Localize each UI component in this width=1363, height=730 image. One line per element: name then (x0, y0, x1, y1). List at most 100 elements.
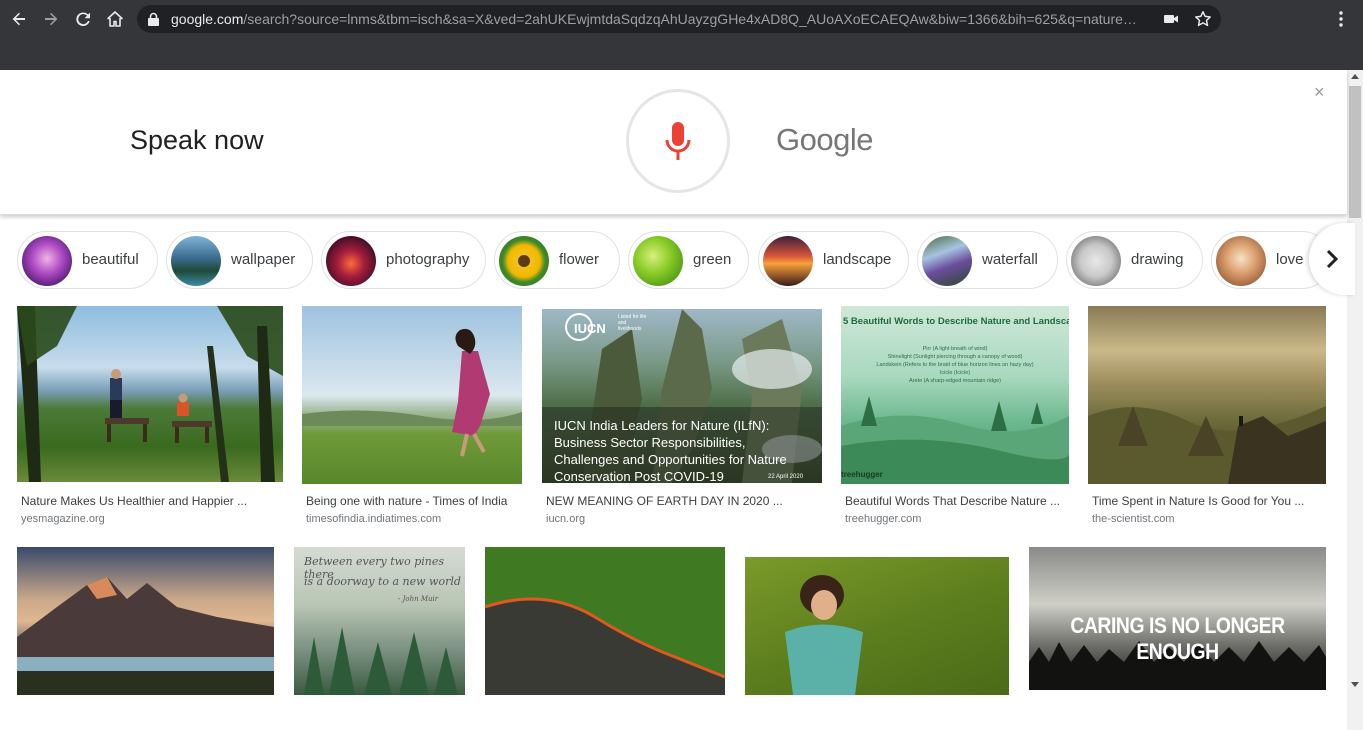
image-result[interactable]: CARING IS NO LONGER ENOUGH (1029, 547, 1326, 690)
result-source: yesmagazine.org (21, 513, 105, 525)
chip-label: landscape (823, 251, 892, 268)
result-thumbnail (745, 557, 1009, 695)
speak-now-prompt: Speak now (130, 125, 264, 155)
chip-label: photography (386, 251, 470, 268)
back-button[interactable] (5, 5, 33, 33)
camera-icon[interactable] (1163, 12, 1179, 26)
result-thumbnail: CARING IS NO LONGER ENOUGH (1029, 547, 1326, 690)
result-thumbnail (302, 306, 522, 484)
result-image-art (785, 575, 863, 695)
iucn-tagline: Listed for life and livelihoods (618, 314, 647, 332)
page-scrollbar[interactable] (1347, 70, 1363, 730)
chip-wallpaper[interactable]: wallpaper (166, 231, 313, 289)
image-result[interactable] (745, 557, 1009, 695)
chip-thumbnail (1216, 236, 1266, 286)
result-thumbnail: 5 Beautiful Words to Describe Nature and… (841, 306, 1069, 484)
chip-thumbnail (763, 236, 813, 286)
image-result[interactable]: 5 Beautiful Words to Describe Nature and… (841, 306, 1069, 526)
iucn-date: 22 April 2020 (768, 474, 804, 480)
iucn-logo: IUCN (574, 321, 606, 336)
result-thumbnail: Between every two pines there is a doorw… (294, 547, 465, 695)
chip-thumbnail (633, 236, 683, 286)
close-voice-button[interactable]: × (1314, 82, 1325, 103)
result-source: the-scientist.com (1092, 513, 1175, 525)
chip-label: drawing (1131, 251, 1184, 268)
reload-icon (76, 12, 90, 27)
chip-label: waterfall (982, 251, 1038, 268)
result-thumbnail (17, 306, 283, 482)
caring-headline: CARING IS NO LONGER ENOUGH (1070, 613, 1285, 664)
google-logo: Google (776, 122, 873, 157)
back-arrow-icon (12, 12, 25, 26)
result-image-art (841, 396, 1069, 484)
chip-landscape[interactable]: landscape (758, 231, 909, 289)
result-image-art (17, 306, 283, 482)
chip-thumbnail (171, 236, 221, 286)
chip-green[interactable]: green (628, 231, 749, 289)
chip-label: beautiful (82, 251, 139, 268)
image-result[interactable]: Being one with nature - Times of India t… (302, 306, 522, 526)
related-searches-bar: beautiful wallpaper photography flower g… (0, 226, 1347, 292)
chip-label: wallpaper (231, 251, 296, 268)
chip-flower[interactable]: flower (494, 231, 620, 289)
chip-thumbnail (922, 236, 972, 286)
chip-thumbnail (1071, 236, 1121, 286)
treehugger-brand: treehugger (841, 470, 883, 479)
result-image-art (17, 577, 274, 695)
treehugger-line: Landskein (Refers to the braid of blue h… (876, 362, 1034, 368)
scrollbar-thumb[interactable] (1349, 86, 1361, 218)
image-result[interactable]: Nature Makes Us Healthier and Happier ..… (17, 306, 283, 526)
chip-thumbnail (499, 236, 549, 286)
address-bar[interactable]: google.com/search?source=lnms&tbm=isch&s… (137, 5, 1221, 33)
chip-label: love (1276, 251, 1304, 268)
forward-arrow-icon (45, 12, 58, 26)
scroll-down-icon[interactable] (1351, 682, 1359, 687)
result-title[interactable]: Nature Makes Us Healthier and Happier ..… (21, 494, 247, 508)
chip-thumbnail (326, 236, 376, 286)
home-icon (107, 11, 123, 27)
result-thumbnail (485, 547, 725, 695)
treehugger-line: Shinelight (Sunlight piercing through a … (887, 354, 1023, 360)
result-image-art (1088, 406, 1326, 484)
image-result[interactable]: IUCN Listed for life and livelihoods IUC… (542, 309, 822, 526)
chip-beautiful[interactable]: beautiful (17, 231, 158, 289)
image-result[interactable]: Between every two pines there is a doorw… (294, 547, 465, 695)
image-result[interactable]: Time Spent in Nature Is Good for You ...… (1088, 306, 1326, 526)
treehugger-list: Pirr (A light breath of wind) Shinelight… (841, 345, 1069, 385)
result-title[interactable]: Being one with nature - Times of India (306, 494, 507, 508)
forward-button[interactable] (37, 5, 65, 33)
scroll-up-icon[interactable] (1351, 74, 1359, 79)
browser-toolbar: google.com/search?source=lnms&tbm=isch&s… (0, 0, 1363, 70)
bookmark-star-icon[interactable] (1194, 10, 1212, 28)
iucn-headline-2: Business Sector Responsibilities, (554, 435, 746, 450)
iucn-headline-1: IUCN India Leaders for Nature (ILfN): (554, 418, 770, 433)
result-source: treehugger.com (845, 513, 922, 525)
result-title[interactable]: Beautiful Words That Describe Nature ... (845, 494, 1060, 508)
result-source: timesofindia.indiatimes.com (306, 513, 442, 525)
result-title[interactable]: Time Spent in Nature Is Good for You ... (1092, 494, 1304, 508)
lock-icon (148, 12, 159, 26)
browser-menu-button[interactable] (1331, 6, 1351, 32)
result-image-art (485, 597, 725, 695)
result-thumbnail (1088, 306, 1326, 484)
image-result[interactable] (485, 547, 725, 695)
treehugger-heading: 5 Beautiful Words to Describe Nature and… (843, 316, 1069, 327)
chip-photography[interactable]: photography (321, 231, 486, 289)
chip-waterfall[interactable]: waterfall (917, 231, 1058, 289)
chip-thumbnail (22, 236, 72, 286)
treehugger-line: Arete (A sharp-edged mountain ridge) (908, 378, 1002, 384)
iucn-headline-4: Conservation Post COVID-19 (554, 469, 724, 483)
quote-author: - John Muir (398, 595, 439, 603)
treehugger-line: Pirr (A light breath of wind) (922, 346, 988, 352)
image-result[interactable] (17, 547, 274, 695)
result-thumbnail (17, 547, 274, 695)
iucn-headline-3: Challenges and Opportunities for Nature (554, 452, 787, 467)
url-text: google.com/search?source=lnms&tbm=isch&s… (171, 11, 1146, 27)
microphone-button[interactable] (626, 89, 730, 193)
voice-search-panel: Speak now Google × (0, 70, 1347, 215)
result-title[interactable]: NEW MEANING OF EARTH DAY IN 2020 ... (546, 494, 783, 508)
more-vertical-icon (1339, 11, 1343, 27)
home-button[interactable] (101, 5, 129, 33)
chip-drawing[interactable]: drawing (1066, 231, 1203, 289)
reload-button[interactable] (69, 5, 97, 33)
